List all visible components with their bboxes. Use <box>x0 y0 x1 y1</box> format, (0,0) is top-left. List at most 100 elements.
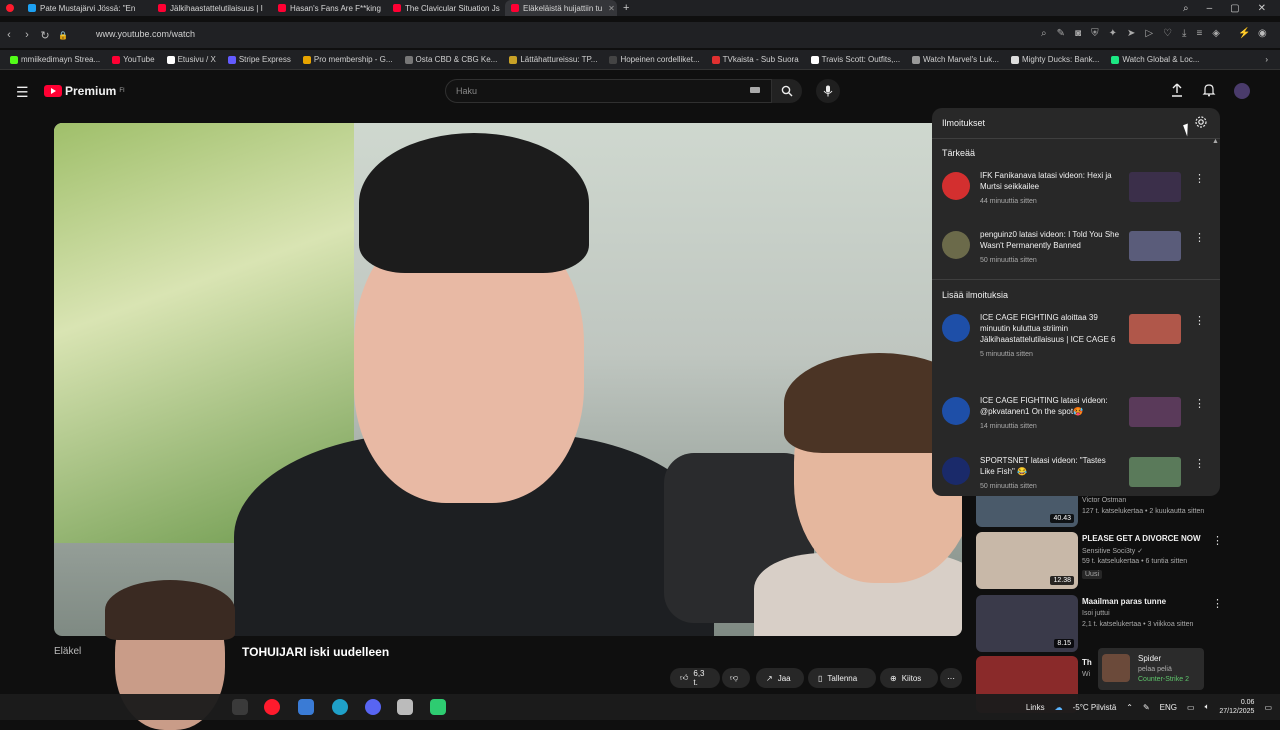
weather-text[interactable]: -5°C Pilvistä <box>1073 703 1117 712</box>
settings-gear-icon[interactable] <box>1194 115 1208 129</box>
back-icon[interactable]: ‹ <box>0 29 18 41</box>
notification-center-icon[interactable]: ▭ <box>1264 703 1272 712</box>
bookmark-item[interactable]: TVkaista - Sub Suora <box>711 55 799 64</box>
bookmark-item[interactable]: Watch Global & Loc... <box>1111 55 1199 64</box>
save-button[interactable]: ▯ Tallenna <box>808 668 876 688</box>
bookmark-item[interactable]: Lättähattureissu: TP... <box>509 55 597 64</box>
voice-search-button[interactable] <box>816 79 840 103</box>
video-player[interactable] <box>54 123 962 636</box>
activity-popup[interactable]: Spider pelaa peliä Counter-Strike 2 <box>1098 648 1204 690</box>
new-tab-button[interactable]: + <box>617 0 635 16</box>
pen-icon[interactable]: ✎ <box>1143 703 1150 712</box>
maximize-icon[interactable]: ▢ <box>1230 3 1239 14</box>
bookmark-item[interactable]: Mighty Ducks: Bank... <box>1010 55 1099 64</box>
hamburger-menu-icon[interactable]: ☰ <box>16 84 29 101</box>
heart-icon[interactable]: ♡ <box>1163 28 1172 39</box>
kebab-menu-icon[interactable]: ⋮ <box>1212 534 1223 547</box>
download-icon[interactable]: ⤓ <box>1182 28 1186 39</box>
kebab-menu-icon[interactable]: ⋮ <box>1212 597 1223 610</box>
tab-5-active[interactable]: Eläkeläistä huijattiin tu ✕ <box>505 0 617 16</box>
volume-icon[interactable]: 🔈︎ <box>1205 702 1210 712</box>
notification-item[interactable]: SPORTSNET latasi videon: "Tastes Like Fi… <box>932 455 1220 496</box>
menu-icon[interactable]: ≡ <box>1196 28 1202 39</box>
kebab-menu-icon[interactable]: ⋮ <box>1194 397 1205 410</box>
search-input[interactable]: Haku <box>445 79 772 103</box>
channel-name: Wi <box>1082 671 1091 678</box>
bookmark-item[interactable]: Stripe Express <box>227 55 291 64</box>
recommendation-item[interactable]: 8.15 Maailman paras tunne Isoi juttui 2,1 t… <box>976 595 1226 653</box>
send-icon[interactable]: ➤ <box>1127 28 1135 39</box>
extension-icon[interactable]: ✦ <box>1109 28 1117 39</box>
channel-name-partial[interactable]: Eläkel <box>54 646 81 657</box>
bookmark-item[interactable]: Etusivu / X <box>166 55 216 64</box>
notification-item[interactable]: ICE CAGE FIGHTING aloittaa 39 minuutin k… <box>932 312 1220 368</box>
youtube-logo[interactable]: Premium FI <box>44 84 125 98</box>
bookmark-item[interactable]: Travis Scott: Outfits,... <box>810 55 900 64</box>
youtube-header: ☰ Premium FI Haku <box>0 74 1280 108</box>
browser-tab-bar: Pate Mustajärvi Jössä: "En Jälkihaastatt… <box>0 0 1280 16</box>
notifications-bell-icon[interactable] <box>1202 83 1216 97</box>
search-tabs-icon[interactable]: ⌕ <box>1183 3 1189 14</box>
upload-icon[interactable] <box>1170 83 1184 97</box>
bookmark-item[interactable]: YouTube <box>112 55 155 64</box>
notification-item[interactable]: penguinz0 latasi videon: I Told You She … <box>932 229 1220 285</box>
discord-taskbar-icon[interactable] <box>365 699 381 715</box>
channel-avatar <box>942 397 970 425</box>
network-icon[interactable]: ▭ <box>1187 703 1195 712</box>
bookmark-item[interactable]: Hopeinen cordelliket... <box>609 55 700 64</box>
notification-item[interactable]: IFK Fanikanava latasi videon: Hexi ja Mu… <box>932 170 1220 226</box>
search-button[interactable] <box>772 79 802 103</box>
dislike-button[interactable]: 👎︎ <box>722 668 750 688</box>
opera-taskbar-icon[interactable] <box>264 699 280 715</box>
edit-icon[interactable]: ✎ <box>1057 28 1065 39</box>
share-button[interactable]: ↗ Jaa <box>756 668 804 688</box>
like-button[interactable]: 👍︎ 6,3 t. <box>670 668 720 688</box>
bookmark-item[interactable]: Osta CBD & CBG Ke... <box>404 55 497 64</box>
keyboard-icon[interactable] <box>750 87 760 93</box>
tab-4[interactable]: The Clavicular Situation Js <box>387 0 505 16</box>
kebab-menu-icon[interactable]: ⋮ <box>1194 172 1205 185</box>
play-icon[interactable]: ▷ <box>1145 28 1153 39</box>
forward-icon[interactable]: › <box>18 29 36 41</box>
notification-item[interactable]: ICE CAGE FIGHTING latasi videon: @pkvata… <box>932 395 1220 451</box>
kebab-menu-icon[interactable]: ⋮ <box>1194 231 1205 244</box>
kebab-menu-icon[interactable]: ⋮ <box>1194 457 1205 470</box>
zoom-icon[interactable]: ⌕ <box>1041 28 1047 39</box>
app-taskbar-icon[interactable] <box>397 699 413 715</box>
wallet-icon[interactable]: ◈ <box>1212 28 1220 39</box>
more-actions-button[interactable]: ⋯ <box>940 668 962 688</box>
tab-1[interactable]: Pate Mustajärvi Jössä: "En <box>22 0 152 16</box>
bookmark-item[interactable]: Pro membership - G... <box>302 55 393 64</box>
vpn-icon[interactable]: ⚡ <box>1238 28 1250 39</box>
links-label[interactable]: Links <box>1026 703 1045 712</box>
opera-icon[interactable] <box>0 0 22 16</box>
tray-chevron-icon[interactable]: ⌃ <box>1126 703 1133 712</box>
bookmark-favicon-icon <box>10 55 18 64</box>
close-tab-icon[interactable]: ✕ <box>608 4 615 13</box>
notification-text: penguinz0 latasi videon: I Told You She … <box>980 230 1120 250</box>
kebab-menu-icon[interactable]: ⋮ <box>1194 314 1205 327</box>
recommendation-item[interactable]: 12.38 PLEASE GET A DIVORCE NOW Sensitive S… <box>976 532 1226 590</box>
shield-icon[interactable]: ⛨ <box>1091 28 1099 39</box>
reload-icon[interactable]: ↻ <box>36 29 54 42</box>
bookmark-item[interactable]: Watch Marvel's Luk... <box>912 55 999 64</box>
camera-icon[interactable]: ◙ <box>1075 28 1081 39</box>
terminal-taskbar-icon[interactable] <box>430 699 446 715</box>
url-field[interactable]: www.youtube.com/watch <box>96 29 195 39</box>
profile-icon[interactable]: ◉ <box>1258 28 1267 39</box>
tab-3[interactable]: Hasan's Fans Are F**king <box>272 0 387 16</box>
minimize-icon[interactable]: – <box>1207 3 1213 14</box>
edge-taskbar-icon[interactable] <box>332 699 348 715</box>
thanks-button[interactable]: ⊕ Kiitos <box>880 668 938 688</box>
office-taskbar-icon[interactable] <box>298 699 314 715</box>
bookmarks-overflow-icon[interactable]: › <box>1265 55 1280 64</box>
account-avatar[interactable] <box>1234 83 1250 99</box>
task-view-icon[interactable] <box>232 699 248 715</box>
language-indicator[interactable]: ENG <box>1160 703 1177 712</box>
close-window-icon[interactable]: ✕ <box>1258 3 1266 14</box>
bookmark-favicon-icon <box>609 55 618 64</box>
bookmark-item[interactable]: mmiikedimayn Strea... <box>10 55 100 64</box>
tab-2[interactable]: Jälkihaastattelutilaisuus | I <box>152 0 272 16</box>
scroll-up-icon[interactable]: ▲ <box>1212 138 1219 145</box>
clock[interactable]: 0.06 27/12/2025 <box>1219 698 1254 716</box>
